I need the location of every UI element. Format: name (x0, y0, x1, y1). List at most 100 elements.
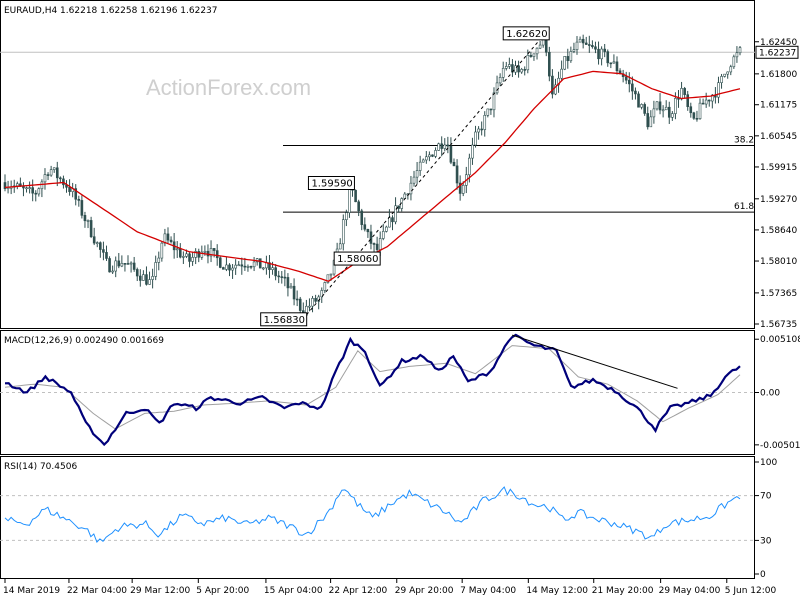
macd-tick-label: 0.00 (760, 389, 780, 399)
candle-body (412, 176, 416, 184)
candle-body (215, 250, 219, 259)
fib-level-label: 61.8 (734, 202, 754, 212)
candle-body (418, 161, 422, 171)
candle-body (394, 205, 397, 223)
x-tick-label: 29 Mar 12:00 (130, 586, 190, 596)
candle-body (520, 69, 523, 73)
candle-body (563, 56, 567, 70)
candle-body (160, 242, 164, 259)
candle-body (646, 113, 650, 128)
macd-panel-frame (0, 330, 755, 455)
candle-body (25, 187, 28, 190)
price-tick-label: 1.61800 (760, 70, 797, 80)
rsi-tick-label: 0 (760, 570, 766, 580)
candle-body (360, 210, 364, 225)
candle-body (468, 157, 471, 176)
candle-body (80, 200, 84, 216)
candle-body (34, 192, 38, 195)
candle-body (529, 54, 533, 57)
candle-body (726, 71, 729, 75)
candle-body (738, 47, 742, 54)
candle-body (548, 51, 551, 77)
x-tick-label: 14 May 12:00 (526, 586, 588, 596)
x-tick-label: 14 Mar 2019 (3, 586, 60, 596)
candle-body (471, 144, 474, 159)
candle-body (671, 113, 674, 118)
candle-body (86, 220, 90, 222)
macd-tick-label: -0.005019 (760, 441, 800, 451)
candle-body (49, 169, 53, 176)
candle-body (298, 298, 302, 311)
candle-body (178, 248, 182, 258)
candle-body (603, 48, 606, 52)
candle-body (166, 233, 170, 241)
candle-body (357, 201, 360, 212)
x-tick-label: 5 Jun 12:00 (725, 586, 777, 596)
candle-body (243, 265, 247, 268)
candle-body (578, 38, 582, 43)
candle-body (77, 198, 81, 201)
candle-body (535, 47, 539, 55)
x-tick-label: 7 May 04:00 (460, 586, 516, 596)
candle-body (415, 170, 419, 178)
candle-body (311, 298, 314, 307)
x-tick-label: 22 Apr 12:00 (329, 586, 388, 596)
candle-body (252, 261, 256, 268)
rsi-grid (0, 495, 755, 541)
candle-body (425, 156, 428, 161)
macd-signal-line (4, 345, 741, 430)
candle-body (449, 145, 453, 163)
candle-body (308, 305, 311, 308)
candle-body (231, 267, 234, 271)
candle-body (434, 150, 437, 157)
candle-body (729, 66, 733, 73)
candle-body (594, 46, 597, 50)
candle-body (443, 144, 447, 149)
price-annotation-label: 1.62620 (506, 29, 547, 40)
candle-body (492, 92, 496, 111)
candle-body (157, 257, 161, 263)
price-tick-label: 1.59270 (760, 195, 797, 205)
candle-body (403, 193, 407, 199)
candle-body (234, 264, 237, 269)
candle-body (246, 266, 250, 268)
candle-body (615, 61, 619, 72)
candle-body (323, 282, 327, 291)
candle-body (526, 54, 530, 71)
x-tick-label: 22 Mar 04:00 (67, 586, 127, 596)
candle-body (452, 161, 456, 167)
candle-body (489, 108, 493, 111)
candle-body (428, 154, 431, 158)
candle-body (692, 112, 696, 119)
candle-body (129, 262, 133, 265)
candle-body (704, 99, 708, 105)
candle-body (504, 66, 508, 69)
candle-body (212, 248, 216, 251)
candle-body (348, 186, 351, 213)
candle-body (701, 102, 705, 105)
candle-body (695, 118, 699, 120)
candle-body (55, 167, 59, 179)
x-tick-label: 29 Apr 20:00 (395, 586, 454, 596)
candle-body (314, 298, 317, 302)
price-tick-label: 1.61175 (760, 101, 797, 111)
price-annotation-label: 1.58060 (337, 254, 378, 265)
candle-body (532, 53, 536, 57)
candle-body (486, 108, 490, 116)
x-axis: 14 Mar 2019 22 Mar 04:00 29 Mar 12:00 5 Apr… (3, 578, 776, 596)
candle-body (102, 249, 105, 253)
candle-body (480, 128, 483, 131)
candle-body (508, 64, 511, 67)
candle-body (43, 174, 47, 183)
candle-body (46, 174, 50, 176)
candle-body (354, 189, 357, 203)
candle-body (683, 88, 686, 95)
candle-body (391, 217, 394, 223)
candle-body (378, 238, 382, 250)
candle-body (123, 263, 127, 265)
price-tick-label: 1.59915 (760, 163, 797, 173)
candle-body (338, 243, 342, 250)
macd-tick-label: 0.005108 (760, 335, 800, 345)
macd-y-axis: 0.005108 0.00 -0.005019 (754, 335, 800, 451)
candle-body (538, 44, 542, 49)
